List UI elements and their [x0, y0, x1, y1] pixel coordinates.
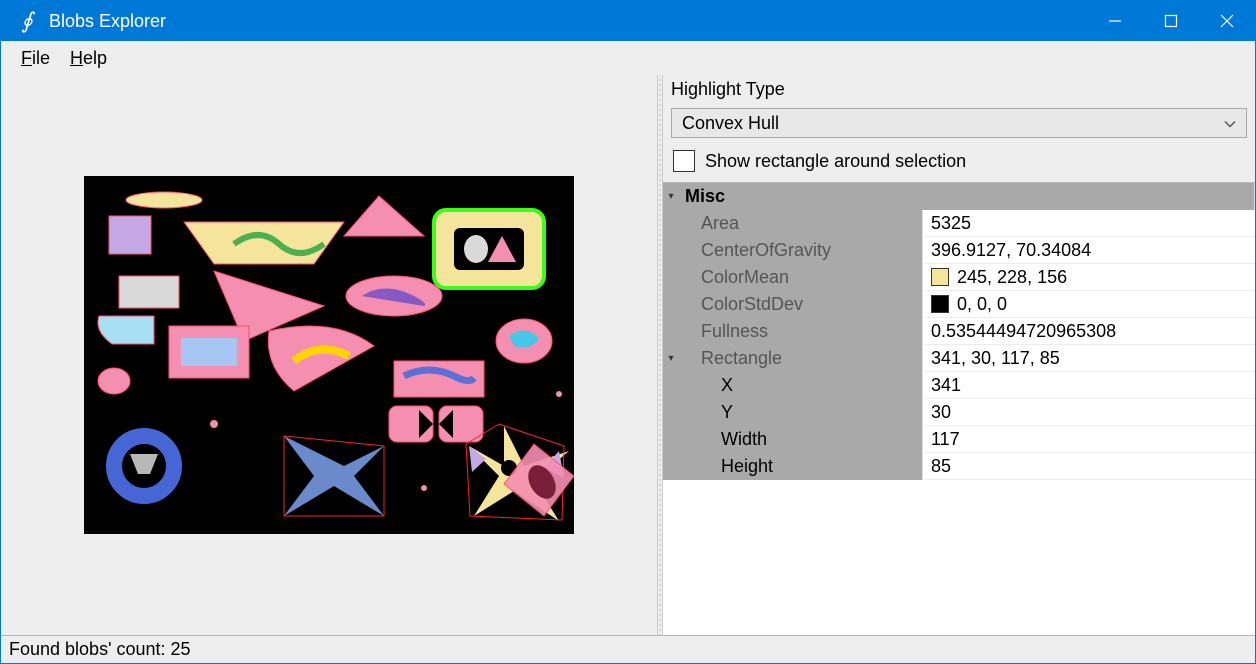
minimize-icon	[1108, 14, 1122, 28]
prop-area[interactable]: Area 5325	[663, 210, 1255, 237]
status-bar: Found blobs' count: 25	[1, 635, 1255, 663]
maximize-icon	[1164, 14, 1178, 28]
menu-bar: File Help	[1, 41, 1255, 75]
prop-rectangle[interactable]: ▾ Rectangle 341, 30, 117, 85	[663, 345, 1255, 372]
window-title: Blobs Explorer	[49, 11, 1087, 32]
highlight-type-dropdown[interactable]: Convex Hull	[671, 108, 1247, 138]
close-icon	[1220, 14, 1234, 28]
highlight-type-value: Convex Hull	[682, 113, 779, 134]
blobs-canvas[interactable]	[84, 176, 574, 534]
color-swatch	[931, 295, 949, 313]
app-window: ∮ Blobs Explorer File Help	[0, 0, 1256, 664]
prop-rect-width[interactable]: Width 117	[663, 426, 1255, 453]
show-rectangle-label: Show rectangle around selection	[705, 151, 966, 172]
title-bar[interactable]: ∮ Blobs Explorer	[1, 1, 1255, 41]
prop-color-stddev[interactable]: ColorStdDev 0, 0, 0	[663, 291, 1255, 318]
minimize-button[interactable]	[1087, 1, 1143, 41]
menu-help[interactable]: Help	[70, 48, 107, 69]
chevron-down-icon	[1224, 113, 1236, 134]
show-rectangle-checkbox[interactable]	[673, 150, 695, 172]
color-swatch	[931, 268, 949, 286]
prop-rect-height[interactable]: Height 85	[663, 453, 1255, 480]
chevron-down-icon[interactable]: ▾	[663, 183, 679, 210]
app-icon: ∮	[13, 7, 41, 35]
properties-pane: Highlight Type Convex Hull Show rectangl…	[663, 75, 1255, 635]
highlight-type-label: Highlight Type	[663, 75, 1255, 102]
prop-rect-x[interactable]: X 341	[663, 372, 1255, 399]
property-grid[interactable]: ▾ Misc Area 5325 CenterOfGravity 396.912…	[663, 182, 1255, 635]
chevron-down-icon[interactable]: ▾	[663, 345, 679, 372]
status-text: Found blobs' count: 25	[9, 639, 191, 660]
menu-file[interactable]: File	[21, 48, 50, 69]
prop-fullness[interactable]: Fullness 0.53544494720965308	[663, 318, 1255, 345]
window-controls	[1087, 1, 1255, 41]
prop-color-mean[interactable]: ColorMean 245, 228, 156	[663, 264, 1255, 291]
prop-group-misc: ▾ Misc	[663, 183, 1255, 210]
image-viewer	[1, 75, 657, 635]
prop-rect-y[interactable]: Y 30	[663, 399, 1255, 426]
maximize-button[interactable]	[1143, 1, 1199, 41]
close-button[interactable]	[1199, 1, 1255, 41]
prop-center-of-gravity[interactable]: CenterOfGravity 396.9127, 70.34084	[663, 237, 1255, 264]
